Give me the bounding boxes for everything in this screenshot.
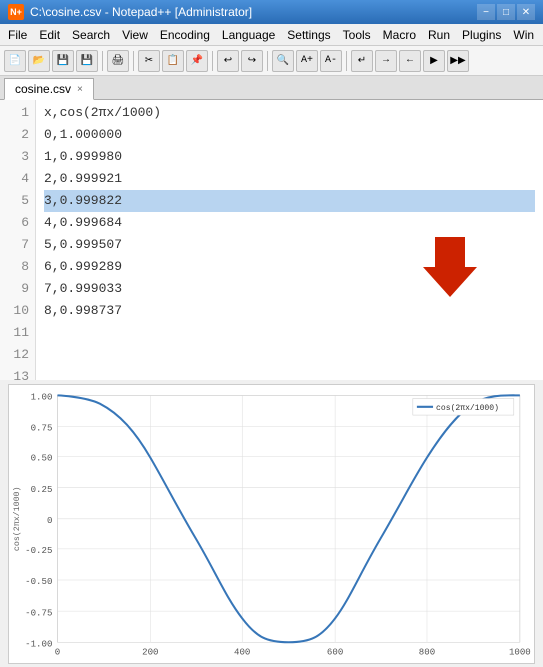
macro-button[interactable]: ▶	[423, 50, 445, 72]
menu-bar: File Edit Search View Encoding Language …	[0, 24, 543, 46]
open-button[interactable]: 📂	[28, 50, 50, 72]
run-button[interactable]: ▶▶	[447, 50, 469, 72]
arrow-annotation	[415, 232, 485, 302]
cut-button[interactable]: ✂	[138, 50, 160, 72]
svg-text:200: 200	[142, 647, 158, 658]
code-line: 2,0.999921	[44, 168, 535, 190]
find-button[interactable]: 🔍	[272, 50, 294, 72]
new-button[interactable]: 📄	[4, 50, 26, 72]
svg-text:cos(2πx/1000): cos(2πx/1000)	[436, 403, 499, 413]
line-number: 1	[6, 102, 29, 124]
toolbar: 📄 📂 💾 💾 🖨 ✂ 📋 📌 ↩ ↪ 🔍 A+ A- ↵ → ← ▶ ▶▶	[0, 46, 543, 76]
svg-text:0.25: 0.25	[31, 484, 53, 495]
menu-win[interactable]: Win	[507, 24, 540, 45]
line-number: 10	[6, 300, 29, 322]
menu-edit[interactable]: Edit	[33, 24, 66, 45]
toolbar-sep-2	[133, 51, 134, 71]
line-number: 6	[6, 212, 29, 234]
line-number: 11	[6, 322, 29, 344]
print-button[interactable]: 🖨	[107, 50, 129, 72]
toolbar-sep-4	[267, 51, 268, 71]
line-number: 9	[6, 278, 29, 300]
chart-container: 1.00 0.75 0.50 0.25 0 -0.25 -0.50 -0.75 …	[8, 384, 535, 664]
menu-plugins[interactable]: Plugins	[456, 24, 507, 45]
dedent-button[interactable]: ←	[399, 50, 421, 72]
menu-run[interactable]: Run	[422, 24, 456, 45]
menu-tools[interactable]: Tools	[337, 24, 377, 45]
save-all-button[interactable]: 💾	[76, 50, 98, 72]
svg-text:-0.50: -0.50	[25, 576, 52, 587]
menu-search[interactable]: Search	[66, 24, 116, 45]
code-line: 8,0.998737	[44, 300, 535, 322]
svg-text:0.75: 0.75	[31, 423, 53, 434]
toolbar-sep-1	[102, 51, 103, 71]
zoom-in-button[interactable]: A+	[296, 50, 318, 72]
menu-macro[interactable]: Macro	[377, 24, 422, 45]
menu-language[interactable]: Language	[216, 24, 281, 45]
line-numbers: 12345678910111213	[0, 100, 36, 380]
line-number: 7	[6, 234, 29, 256]
minimize-button[interactable]: −	[477, 4, 495, 20]
svg-text:-1.00: -1.00	[25, 638, 52, 649]
line-number: 8	[6, 256, 29, 278]
svg-text:600: 600	[327, 647, 343, 658]
line-number: 2	[6, 124, 29, 146]
svg-text:0: 0	[55, 647, 60, 658]
line-number: 12	[6, 344, 29, 366]
window-title: C:\cosine.csv - Notepad++ [Administrator…	[30, 5, 252, 19]
line-number: 3	[6, 146, 29, 168]
code-line: 4,0.999684	[44, 212, 535, 234]
menu-encoding[interactable]: Encoding	[154, 24, 216, 45]
menu-settings[interactable]: Settings	[281, 24, 336, 45]
redo-button[interactable]: ↪	[241, 50, 263, 72]
tab-bar: cosine.csv ×	[0, 76, 543, 100]
toolbar-sep-3	[212, 51, 213, 71]
paste-button[interactable]: 📌	[186, 50, 208, 72]
tab-close-icon[interactable]: ×	[77, 84, 83, 95]
save-button[interactable]: 💾	[52, 50, 74, 72]
line-number: 4	[6, 168, 29, 190]
cosine-chart: 1.00 0.75 0.50 0.25 0 -0.25 -0.50 -0.75 …	[9, 385, 534, 663]
tab-cosine-csv[interactable]: cosine.csv ×	[4, 78, 94, 100]
app-icon: N+	[8, 4, 24, 20]
svg-text:1.00: 1.00	[31, 391, 53, 402]
svg-text:0.50: 0.50	[31, 453, 53, 464]
menu-file[interactable]: File	[2, 24, 33, 45]
code-line: 0,1.000000	[44, 124, 535, 146]
code-line: x,cos(2πx/1000)	[44, 102, 535, 124]
undo-button[interactable]: ↩	[217, 50, 239, 72]
zoom-out-button[interactable]: A-	[320, 50, 342, 72]
code-line: 3,0.999822	[44, 190, 535, 212]
svg-text:800: 800	[419, 647, 435, 658]
maximize-button[interactable]: □	[497, 4, 515, 20]
copy-button[interactable]: 📋	[162, 50, 184, 72]
wrap-button[interactable]: ↵	[351, 50, 373, 72]
svg-text:0: 0	[47, 515, 52, 526]
toolbar-sep-5	[346, 51, 347, 71]
menu-view[interactable]: View	[116, 24, 154, 45]
tab-label: cosine.csv	[15, 82, 71, 96]
svg-text:400: 400	[234, 647, 250, 658]
svg-text:cos(2πx/1000): cos(2πx/1000)	[12, 487, 22, 552]
indent-button[interactable]: →	[375, 50, 397, 72]
close-button[interactable]: ✕	[517, 4, 535, 20]
code-line: 1,0.999980	[44, 146, 535, 168]
line-number: 13	[6, 366, 29, 380]
title-bar: N+ C:\cosine.csv - Notepad++ [Administra…	[0, 0, 543, 24]
svg-text:-0.75: -0.75	[25, 607, 52, 618]
line-number: 5	[6, 190, 29, 212]
svg-text:1000: 1000	[509, 647, 531, 658]
svg-text:-0.25: -0.25	[25, 545, 52, 556]
